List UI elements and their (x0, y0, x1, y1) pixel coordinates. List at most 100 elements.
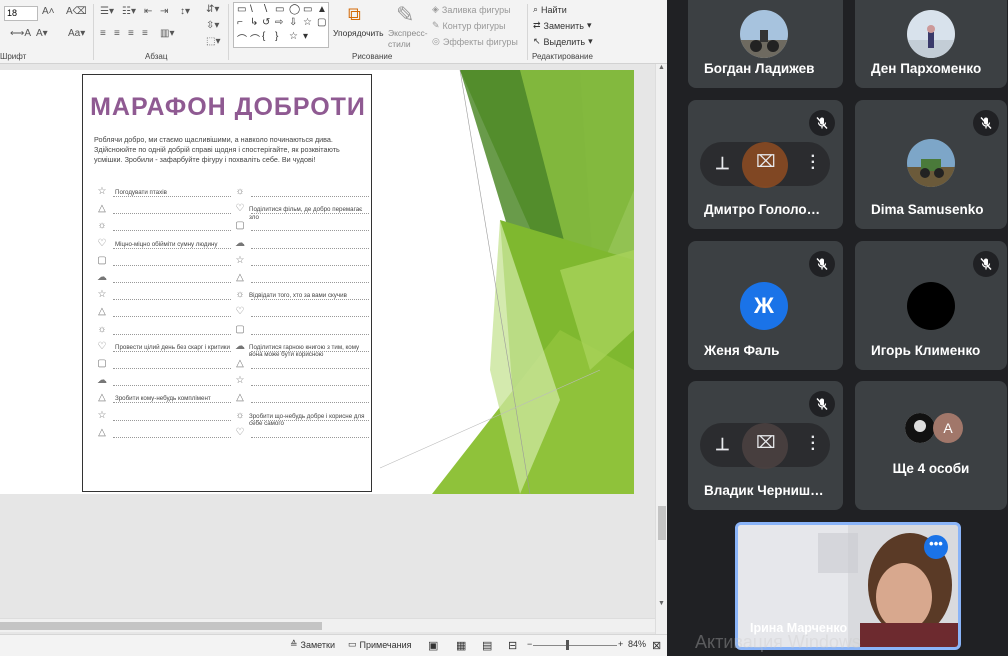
remove-tile-icon[interactable]: ⌧ (756, 433, 776, 453)
align-text-icon[interactable]: ⇳▾ (206, 20, 219, 31)
self-view-tile[interactable]: ••• Ірина Марченко (735, 522, 961, 650)
indent-increase-icon[interactable]: ⇥ (160, 6, 168, 17)
poster-shape-icon: ♡ (97, 340, 107, 352)
participant-tile[interactable]: Dima Samusenko (855, 100, 1007, 229)
bullets-icon[interactable]: ☰▾ (100, 6, 114, 17)
scroll-thumb[interactable] (658, 506, 666, 540)
poster-shape-icon: ☁ (97, 375, 107, 387)
quick-styles-icon[interactable]: ✎ (396, 2, 414, 28)
justify-icon[interactable]: ≡ (142, 28, 148, 39)
hscroll-thumb[interactable] (0, 622, 322, 630)
participant-tile[interactable]: Богдан Ладижев (688, 0, 843, 88)
align-right-icon[interactable]: ≡ (128, 28, 134, 39)
replace-button[interactable]: ⇄ Заменить ▾ (533, 20, 592, 31)
poster-shape-icon: △ (98, 392, 106, 404)
poster-dotted-line (113, 350, 231, 352)
zoom-slider[interactable] (533, 645, 617, 646)
editing-group-label: Редактирование (532, 52, 593, 61)
participant-tile[interactable]: Ж Женя Фаль (688, 241, 843, 370)
poster-shape-icon: △ (98, 203, 106, 215)
reading-view-icon[interactable]: ▤ (482, 639, 492, 652)
poster-dotted-line (113, 196, 231, 197)
poster-shape-icon: ♡ (235, 426, 245, 438)
slide-sorter-icon[interactable]: ▦ (456, 639, 466, 652)
status-bar: ≙ Заметки ▭ Примечания ▣ ▦ ▤ ⊟ − + 84% ⊠ (0, 634, 667, 656)
effects-icon: ◎ (432, 36, 440, 46)
poster-shape-icon: ▢ (97, 254, 107, 266)
participant-name: Женя Фаль (704, 343, 780, 358)
replace-icon: ⇄ (533, 20, 541, 30)
notes-button[interactable]: ≙ Заметки (290, 639, 335, 650)
smartart-icon[interactable]: ⬚▾ (206, 36, 220, 47)
more-vert-icon[interactable]: · · · (811, 149, 816, 177)
shapes-gallery[interactable]: ▭ \ ∖ ▭ ◯ ▭ ▲ ⌐ ↳ ↺ ⇨ ⇩ ☆ ▢ ⌒ ⌒{} ☆ ▾ (233, 2, 329, 48)
horizontal-scrollbar[interactable] (0, 618, 655, 632)
pin-icon[interactable]: ⊥ (715, 154, 730, 174)
quick-styles-button[interactable]: Экспресс-стили (388, 28, 430, 50)
normal-view-icon[interactable]: ▣ (428, 639, 438, 652)
chevron-down-icon: ▾ (587, 20, 592, 30)
increase-font-icon[interactable]: A˄ (42, 6, 55, 17)
font-size-box[interactable]: 18 (4, 6, 38, 21)
poster-dotted-line (113, 436, 231, 438)
participant-tile[interactable]: A Ще 4 особи (855, 381, 1007, 510)
poster-shape-icon: ☼ (97, 323, 107, 335)
participant-tile[interactable]: Игорь Клименко (855, 241, 1007, 370)
char-spacing-icon[interactable]: ⟷A (10, 28, 31, 39)
comments-button[interactable]: ▭ Примечания (348, 639, 411, 650)
numbering-icon[interactable]: ☷▾ (122, 6, 136, 17)
mic-off-icon (973, 251, 999, 277)
poster-shape-icon: ♡ (235, 306, 245, 318)
text-direction-icon[interactable]: ⇵▾ (206, 4, 219, 15)
meet-participants-panel: Богдан Ладижев Ден Пархоменко ⊥ ⌧ · · · Дмитро … (667, 0, 1008, 656)
arrange-button[interactable]: Упорядочить (333, 28, 384, 38)
more-vert-icon[interactable]: · · · (811, 430, 816, 458)
poster-dotted-line (251, 196, 369, 197)
fit-slide-icon[interactable]: ⊠ (652, 639, 661, 652)
paint-bucket-icon: ◈ (432, 4, 439, 14)
participant-tile[interactable]: ⊥ ⌧ · · · Дмитро Гололо… (688, 100, 843, 229)
scroll-down-icon[interactable]: ▼ (658, 600, 665, 607)
align-center-icon[interactable]: ≡ (114, 28, 120, 39)
zoom-knob[interactable] (566, 640, 569, 650)
poster-dotted-line (113, 316, 231, 318)
font-color-icon[interactable]: A▾ (36, 28, 48, 39)
poster-dotted-line (113, 264, 231, 266)
clear-format-icon[interactable]: A⌫ (66, 6, 87, 17)
poster-shape-icon: △ (236, 272, 244, 283)
zoom-level[interactable]: 84% (628, 639, 646, 649)
indent-decrease-icon[interactable]: ⇤ (144, 6, 152, 17)
zoom-in-icon[interactable]: + (618, 639, 623, 649)
participant-tile[interactable]: ⊥ ⌧ · · · Владик Черниш… (688, 381, 843, 510)
shape-outline-button[interactable]: ✎ Контур фигуры (432, 20, 505, 31)
avatar (907, 10, 955, 58)
arrange-icon[interactable]: ⧉ (348, 4, 361, 25)
columns-icon[interactable]: ▥▾ (160, 28, 174, 39)
avatar: Ж (740, 282, 788, 330)
slideshow-icon[interactable]: ⊟ (508, 639, 517, 652)
pin-icon[interactable]: ⊥ (715, 435, 730, 455)
remove-tile-icon[interactable]: ⌧ (756, 152, 776, 172)
poster-task-text: Відвідати того, хто за вами скучив (249, 292, 347, 300)
vertical-scrollbar[interactable]: ▲ ▼ (655, 64, 667, 634)
shadow-icon[interactable]: Aa▾ (68, 28, 85, 39)
poster-shape-icon: ♡ (235, 203, 245, 215)
select-button[interactable]: ↖ Выделить ▾ (533, 36, 593, 47)
participant-tile[interactable]: Ден Пархоменко (855, 0, 1007, 88)
poster-dotted-line (113, 213, 231, 215)
align-left-icon[interactable]: ≡ (100, 28, 106, 39)
poster-shape-icon: ☆ (97, 186, 107, 197)
slide[interactable]: МАРАФОН ДОБРОТИ Роблячи добро, ми стаємо… (0, 70, 634, 494)
zoom-out-icon[interactable]: − (527, 639, 532, 649)
shape-effects-button[interactable]: ◎ Эффекты фигуры (432, 36, 518, 47)
find-button[interactable]: ⌕ Найти (533, 4, 567, 15)
poster-dotted-line (251, 402, 369, 404)
line-spacing-icon[interactable]: ↕▾ (180, 6, 190, 17)
scroll-up-icon[interactable]: ▲ (658, 64, 665, 71)
self-more-options-icon[interactable]: ••• (924, 535, 948, 559)
avatar (907, 139, 955, 187)
tile-controls: ⊥ ⌧ · · · (700, 423, 830, 469)
shape-fill-button[interactable]: ◈ Заливка фигуры (432, 4, 511, 15)
windows-activation-watermark: Активация Windows (695, 632, 861, 652)
participant-name: Дмитро Гололо… (704, 202, 821, 217)
